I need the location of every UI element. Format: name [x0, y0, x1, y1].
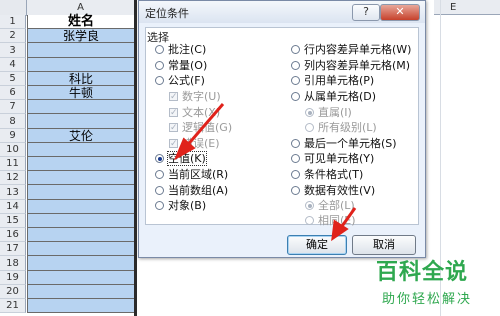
- arrow-to-blanks: [183, 103, 225, 149]
- watermark-title: 百科全说: [376, 260, 469, 285]
- watermark-subtitle: 助你轻松解决: [382, 292, 473, 307]
